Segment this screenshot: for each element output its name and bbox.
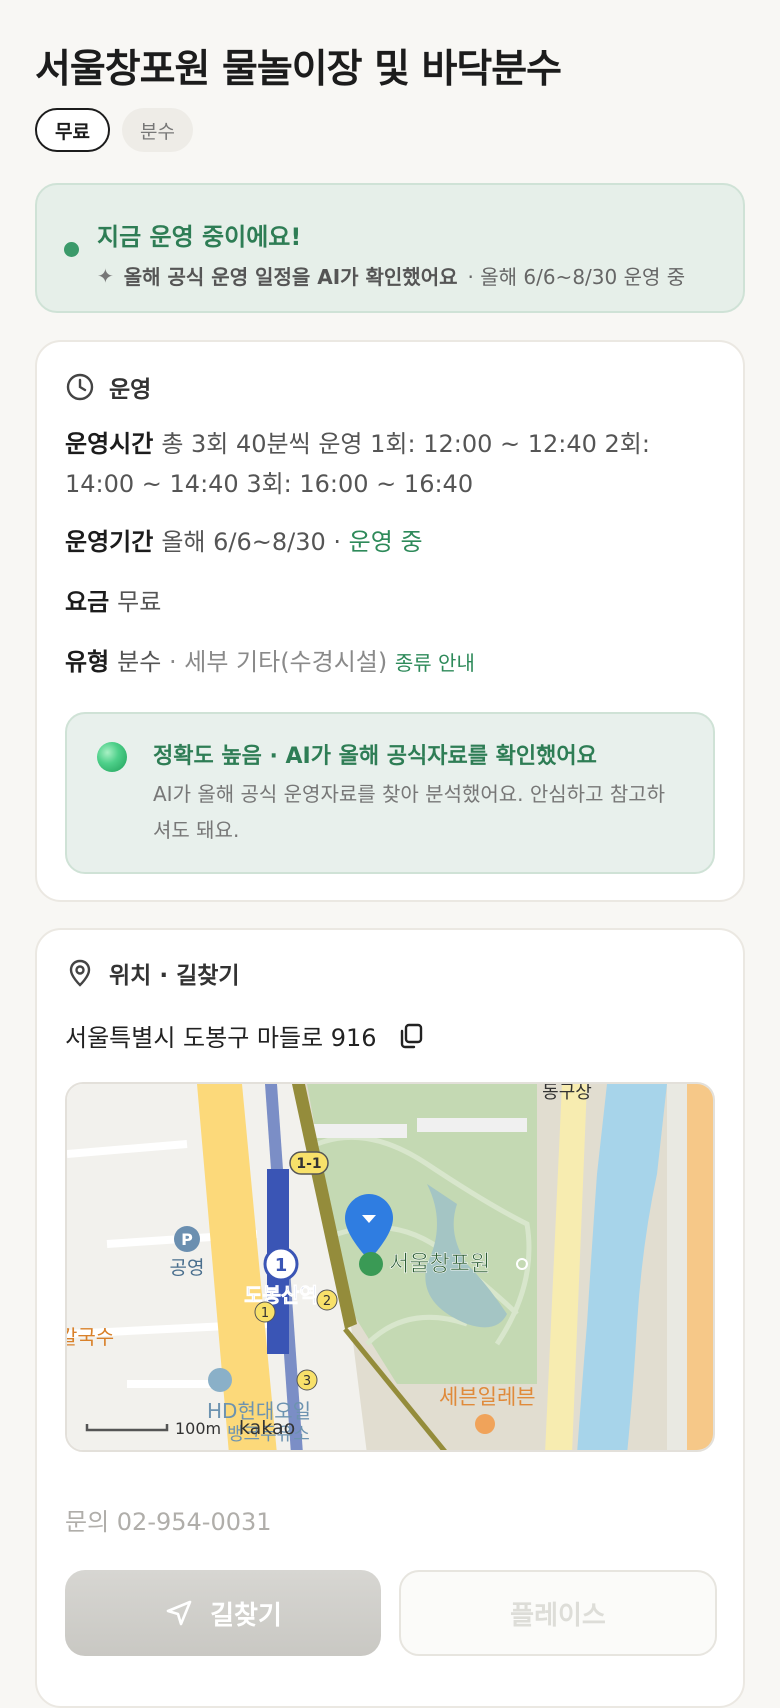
map-store-label: 세븐일레븐 (439, 1385, 536, 1409)
period-separator: · (333, 528, 342, 556)
location-pin-icon (69, 959, 91, 987)
map-parking-label: 공영 (170, 1257, 205, 1279)
address-row: 서울특별시 도봉구 마들로 916 (65, 1018, 425, 1053)
map-park-label: 서울창포원 (389, 1252, 490, 1277)
accuracy-desc: AI가 올해 공식 운영자료를 찾아 분석했어요. 안심하고 참고하셔도 돼요. (153, 782, 666, 842)
map-parking-icon: P (181, 1230, 193, 1249)
status-period-note: · 올해 6/6~8/30 운영 중 (467, 265, 686, 289)
status-dot-icon (64, 242, 79, 257)
accuracy-box: 정확도 높음 · AI가 올해 공식자료를 확인했어요 AI가 올해 공식 운영… (65, 712, 715, 874)
location-title: 위치 · 길찾기 (109, 963, 240, 989)
tag-chips: 무료 분수 (35, 108, 193, 152)
map-station-label: 도봉산역 (244, 1283, 318, 1307)
map-station-number: 1 (275, 1255, 288, 1276)
map-exit-2: 2 (323, 1294, 331, 1309)
location-card: 위치 · 길찾기 서울특별시 도봉구 마들로 916 1-1 1 도봉산역 1 … (35, 928, 745, 1708)
map-line-label: 1-1 (296, 1156, 321, 1172)
hours-key: 운영시간 (65, 430, 154, 458)
map-scale-label: 100m (175, 1419, 221, 1438)
operation-title: 운영 (109, 377, 152, 403)
fee-key: 요금 (65, 588, 110, 616)
period-row: 운영기간 올해 6/6~8/30 · 운영 중 (65, 522, 715, 562)
accuracy-title: 정확도 높음 · AI가 올해 공식자료를 확인했어요 (153, 744, 597, 769)
map-view[interactable]: 1-1 1 도봉산역 1 2 3 P 공영 칼국수 HD현대오일 뱅크두유소 세… (65, 1082, 715, 1452)
map-brand-label: kakao (239, 1417, 295, 1439)
map-exit-1: 1 (261, 1306, 269, 1321)
type-value: 분수 (117, 648, 162, 676)
status-sub: ✦ 올해 공식 운영 일정을 AI가 확인했어요 · 올해 6/6~8/30 운… (97, 261, 685, 290)
map-canvas[interactable]: 1-1 1 도봉산역 1 2 3 P 공영 칼국수 HD현대오일 뱅크두유소 세… (67, 1084, 715, 1452)
clock-icon (66, 373, 94, 401)
sparkle-icon: ✦ (97, 263, 114, 288)
route-button-label: 길찾기 (210, 1600, 282, 1631)
place-button-label: 플레이스 (510, 1600, 606, 1631)
type-guide-link[interactable]: 종류 안내 (395, 651, 475, 675)
place-button[interactable]: 플레이스 (399, 1570, 717, 1656)
period-status: 운영 중 (348, 528, 423, 556)
fee-row: 요금 무료 (65, 582, 715, 622)
inquiry-text: 문의 02-954-0031 (65, 1508, 272, 1536)
address-text: 서울특별시 도봉구 마들로 916 (65, 1024, 377, 1052)
location-header: 위치 · 길찾기 (65, 956, 240, 990)
operation-card: 운영 운영시간 총 3회 40분씩 운영 1회: 12:00 ~ 12:40 2회… (35, 340, 745, 902)
status-ai-note: 올해 공식 운영 일정을 AI가 확인했어요 (123, 265, 458, 289)
chip-fountain[interactable]: 분수 (121, 108, 193, 152)
map-left-label: 칼국수 (67, 1325, 114, 1349)
operation-header: 운영 (65, 370, 151, 404)
map-top-label: 동구상 (542, 1084, 592, 1103)
copy-icon[interactable] (397, 1022, 425, 1050)
navigation-arrow-icon (166, 1600, 192, 1626)
page-title: 서울창포원 물놀이장 및 바닥분수 (35, 47, 562, 92)
status-headline: 지금 운영 중이에요! (97, 223, 302, 251)
period-key: 운영기간 (65, 528, 154, 556)
fee-value: 무료 (117, 588, 162, 616)
status-banner: 지금 운영 중이에요! ✦ 올해 공식 운영 일정을 AI가 확인했어요 · 올… (35, 183, 745, 313)
map-exit-3: 3 (303, 1374, 311, 1389)
type-row: 유형 분수 · 세부 기타(수경시설) 종류 안내 (65, 642, 715, 683)
type-key: 유형 (65, 648, 110, 676)
route-button[interactable]: 길찾기 (65, 1570, 381, 1656)
ai-orb-icon (97, 742, 127, 772)
period-value: 올해 6/6~8/30 (161, 528, 326, 556)
chip-free[interactable]: 무료 (35, 108, 110, 152)
hours-row: 운영시간 총 3회 40분씩 운영 1회: 12:00 ~ 12:40 2회: 1… (65, 424, 715, 504)
type-detail: · 세부 기타(수경시설) (168, 648, 388, 676)
